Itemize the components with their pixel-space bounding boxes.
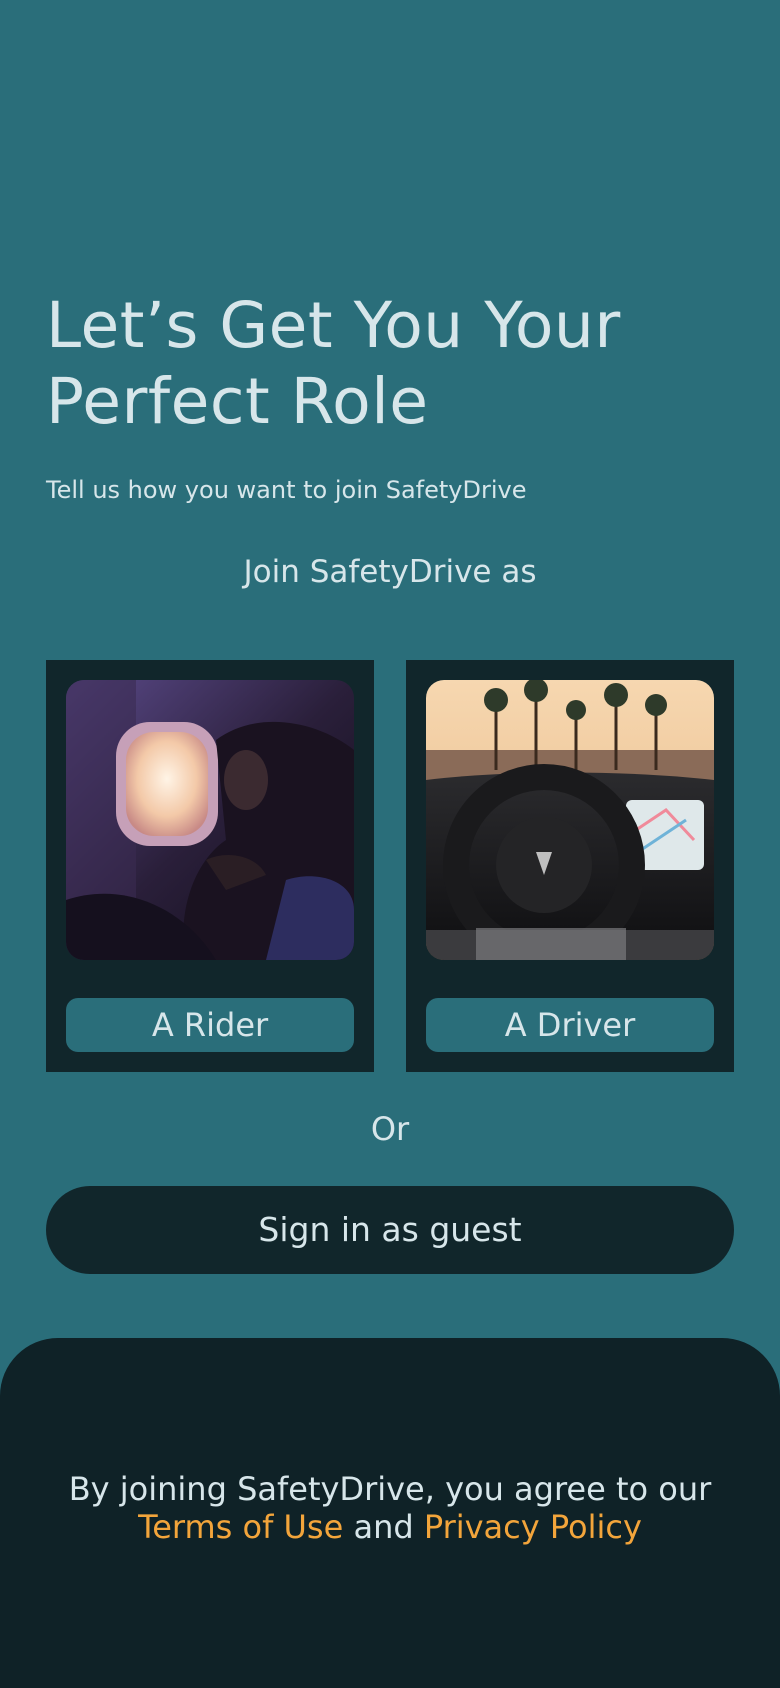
page-title: Let’s Get You Your Perfect Role [46, 288, 746, 440]
rider-button[interactable]: A Rider [66, 998, 354, 1052]
or-divider: Or [370, 1110, 410, 1148]
rider-card[interactable]: A Rider [46, 660, 374, 1072]
legal-text: By joining SafetyDrive, you agree to our… [0, 1470, 780, 1546]
and-text: and [353, 1508, 414, 1546]
agreement-text: By joining SafetyDrive, you agree to our [68, 1470, 712, 1508]
rider-photo [66, 680, 354, 960]
terms-link[interactable]: Terms of Use [138, 1508, 343, 1546]
page-title-line-2: Perfect Role [46, 365, 429, 438]
legal-footer: By joining SafetyDrive, you agree to our… [0, 1338, 780, 1688]
driver-button[interactable]: A Driver [426, 998, 714, 1052]
privacy-link[interactable]: Privacy Policy [424, 1508, 642, 1546]
driver-card[interactable]: A Driver [406, 660, 734, 1072]
page-title-line-1: Let’s Get You Your [46, 289, 621, 362]
page-subtitle: Tell us how you want to join SafetyDrive [46, 476, 527, 504]
guest-signin-button[interactable]: Sign in as guest [46, 1186, 734, 1274]
driver-photo [426, 680, 714, 960]
join-prompt: Join SafetyDrive as [243, 554, 537, 590]
